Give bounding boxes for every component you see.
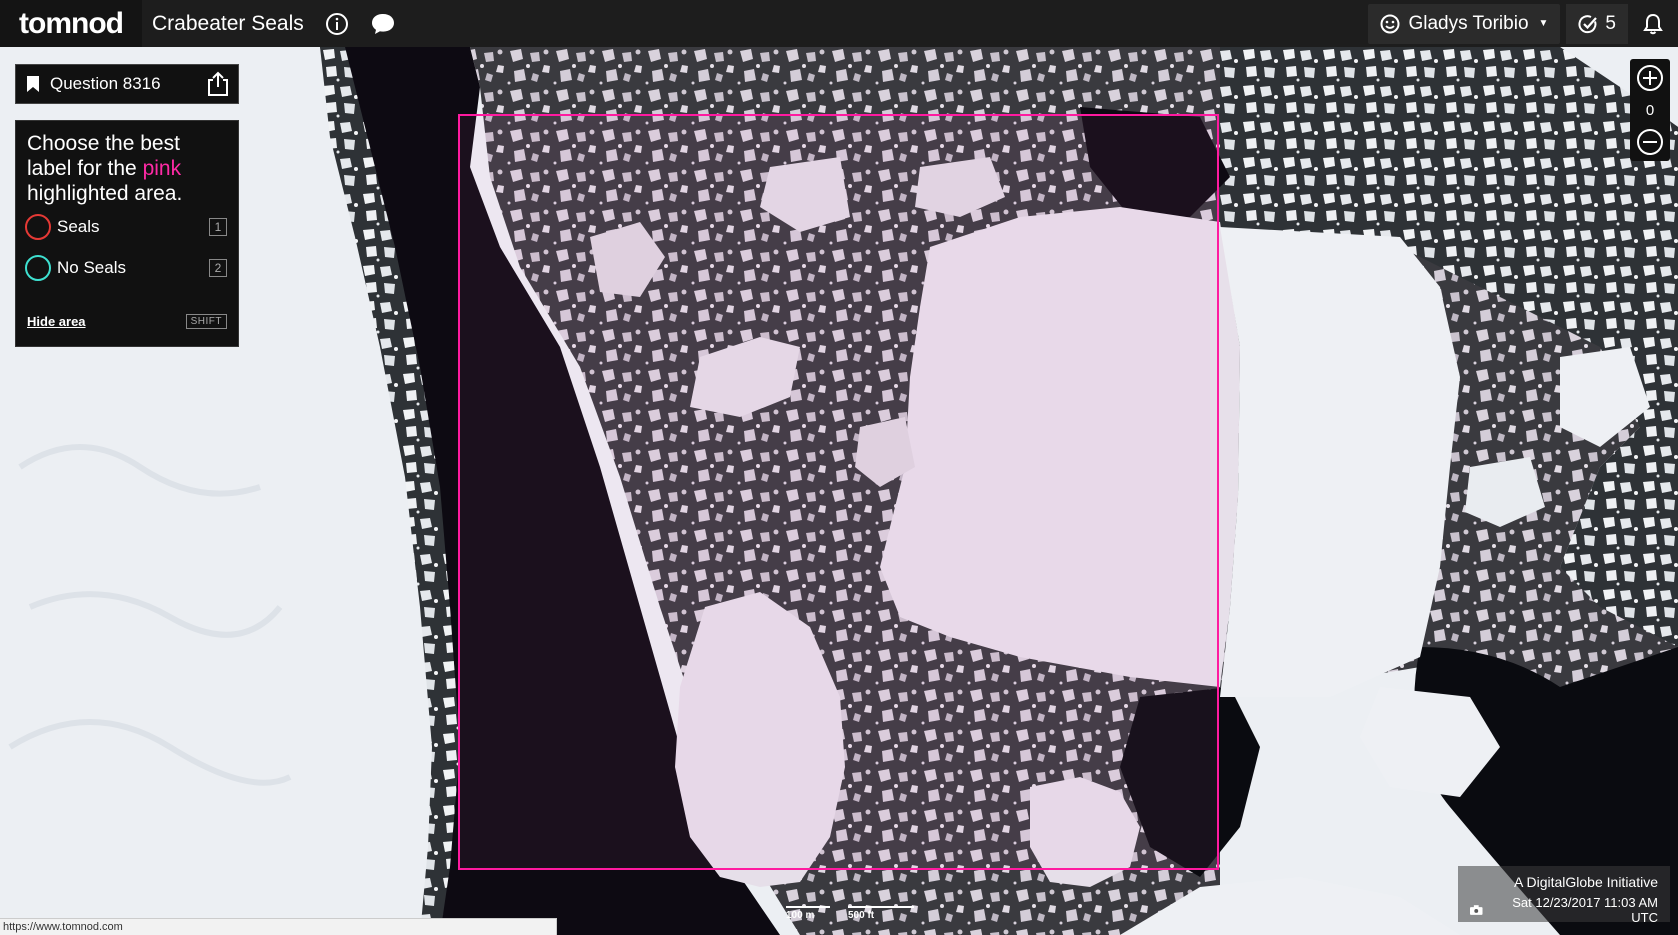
- browser-status-bar: https://www.tomnod.com: [0, 918, 557, 935]
- attribution-provider: A DigitalGlobe Initiative: [1514, 874, 1658, 890]
- question-header: Question 8316: [15, 64, 239, 104]
- smiley-face-icon: [1380, 14, 1400, 33]
- option-seals[interactable]: Seals 1: [25, 207, 227, 247]
- minus-circle-icon: [1637, 129, 1663, 155]
- zoom-control: 0: [1630, 59, 1670, 161]
- question-panel: Choose the best label for the pink highl…: [15, 120, 239, 347]
- radio-circle-icon: [25, 214, 51, 240]
- keyboard-shortcut: 2: [209, 259, 227, 277]
- keyboard-shortcut-shift: SHIFT: [185, 314, 227, 329]
- keyboard-shortcut: 1: [209, 218, 227, 236]
- scale-metric: 100 m: [786, 906, 830, 921]
- option-no-seals[interactable]: No Seals 2: [25, 248, 227, 288]
- camera-icon: [1470, 905, 1483, 915]
- chat-bubble-icon[interactable]: [370, 11, 396, 37]
- tomnod-logo[interactable]: tomnod: [0, 0, 142, 47]
- topbar-right-group: Gladys Toribio ▼ 5: [1368, 0, 1678, 47]
- completed-tasks-button[interactable]: 5: [1566, 3, 1628, 44]
- prompt-text-end: highlighted area.: [27, 182, 183, 205]
- tasks-count-value: 5: [1605, 12, 1616, 34]
- zoom-level: 0: [1645, 101, 1655, 119]
- attribution-date: Sat 12/23/2017 11:03 AM UTC: [1470, 895, 1658, 925]
- info-circle-icon[interactable]: [324, 11, 350, 37]
- panel-footer: Hide area SHIFT: [27, 314, 227, 329]
- scale-imperial-label: 500 ft: [848, 910, 875, 921]
- capture-timestamp: Sat 12/23/2017 11:03 AM UTC: [1512, 895, 1658, 925]
- share-icon: [208, 71, 228, 96]
- bookmark-icon[interactable]: [26, 75, 40, 93]
- app-root: tomnod Crabeater Seals Gladys Toribio ▼ …: [0, 0, 1678, 935]
- prompt-highlight-word: pink: [142, 157, 182, 180]
- logo-text: tomnod: [19, 6, 124, 40]
- satellite-map[interactable]: [0, 47, 1678, 935]
- question-prompt: Choose the best label for the pink highl…: [27, 131, 227, 206]
- scale-metric-label: 100 m: [786, 910, 815, 921]
- chevron-down-icon: ▼: [1538, 18, 1549, 29]
- zoom-in-button[interactable]: [1633, 61, 1667, 95]
- user-menu-button[interactable]: Gladys Toribio ▼: [1368, 3, 1561, 44]
- bell-icon: [1643, 13, 1663, 34]
- satellite-imagery: [0, 47, 1678, 935]
- top-navigation-bar: tomnod Crabeater Seals Gladys Toribio ▼ …: [0, 0, 1678, 47]
- notifications-button[interactable]: [1628, 0, 1678, 47]
- user-name: Gladys Toribio: [1408, 12, 1529, 34]
- check-circle-icon: [1578, 14, 1598, 33]
- option-label: Seals: [57, 217, 100, 236]
- project-title[interactable]: Crabeater Seals: [152, 12, 304, 36]
- scale-imperial: 500 ft: [848, 906, 914, 921]
- option-label: No Seals: [57, 258, 126, 277]
- zoom-out-button[interactable]: [1633, 125, 1667, 159]
- radio-circle-icon: [25, 255, 51, 281]
- imagery-attribution: A DigitalGlobe Initiative Sat 12/23/2017…: [1458, 866, 1670, 925]
- plus-circle-icon: [1637, 65, 1663, 91]
- hide-area-link[interactable]: Hide area: [27, 314, 86, 329]
- share-button[interactable]: [198, 65, 238, 103]
- question-title: Question 8316: [50, 74, 161, 93]
